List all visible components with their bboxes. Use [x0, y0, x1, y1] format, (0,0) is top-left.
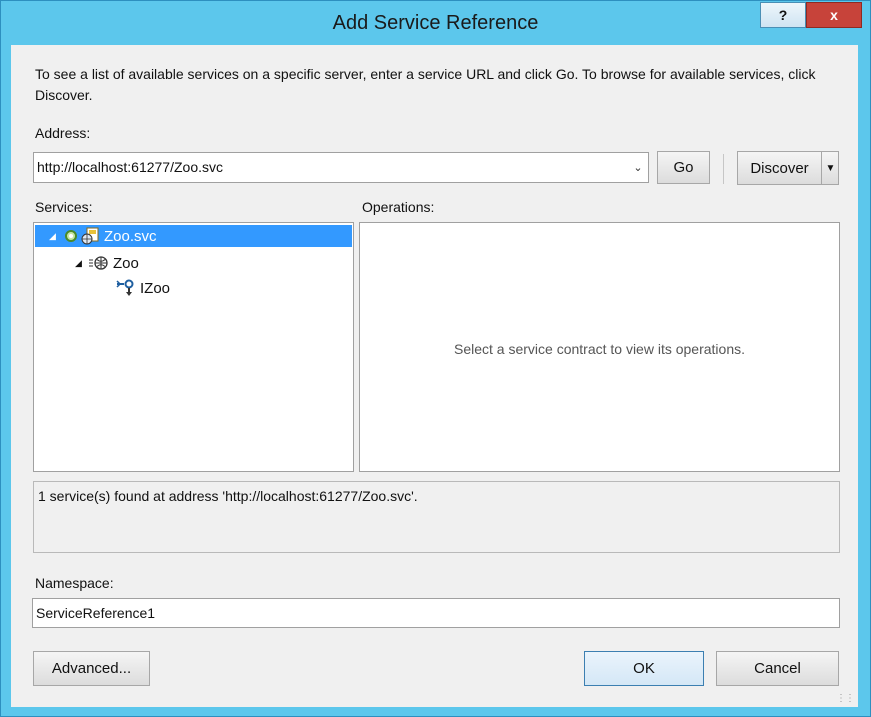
namespace-label: Namespace: [35, 575, 114, 591]
namespace-value[interactable]: ServiceReference1 [36, 605, 155, 621]
dialog-client-area: To see a list of available services on a… [11, 45, 858, 707]
services-label: Services: [35, 199, 93, 215]
discover-button[interactable]: Discover [738, 152, 822, 184]
tree-item-izoo[interactable]: IZoo [35, 277, 170, 299]
status-message: 1 service(s) found at address 'http://lo… [38, 488, 418, 504]
instructions-text: To see a list of available services on a… [35, 66, 816, 103]
go-button[interactable]: Go [657, 151, 710, 184]
advanced-button[interactable]: Advanced... [33, 651, 150, 686]
tree-item-label: IZoo [140, 279, 171, 297]
help-button[interactable]: ? [760, 2, 806, 28]
tree-item-zoo[interactable]: ◢ Zoo [35, 252, 139, 274]
cancel-button[interactable]: Cancel [716, 651, 839, 686]
tree-item-label: Zoo.svc [104, 227, 157, 245]
dialog-title: Add Service Reference [332, 12, 539, 34]
service-file-icon [81, 227, 99, 245]
toolbar-divider [723, 154, 724, 184]
expand-triangle-icon[interactable]: ◢ [49, 231, 59, 242]
tree-item-label: Zoo [113, 254, 139, 272]
gear-icon [63, 228, 79, 244]
tree-item-zoo-svc[interactable]: ◢ Zoo.svc [35, 225, 352, 247]
contract-interface-icon [116, 278, 136, 298]
discover-split-button[interactable]: Discover ▼ [737, 151, 839, 185]
dialog-window: Add Service Reference ? x To see a list … [0, 0, 871, 717]
resize-grip-icon[interactable]: ⋮⋮ [836, 693, 855, 704]
operations-label: Operations: [362, 199, 435, 215]
address-label: Address: [35, 125, 91, 141]
title-bar[interactable]: Add Service Reference ? x [1, 1, 870, 45]
operations-list[interactable]: Select a service contract to view its op… [359, 222, 840, 472]
address-value[interactable]: http://localhost:61277/Zoo.svc [37, 159, 223, 175]
services-tree[interactable]: ◢ Zoo.svc ◢ Zoo IZoo [33, 222, 354, 472]
close-button[interactable]: x [806, 2, 862, 28]
address-combobox[interactable]: http://localhost:61277/Zoo.svc ⌄ [33, 152, 649, 183]
namespace-input[interactable]: ServiceReference1 [32, 598, 840, 628]
ok-button[interactable]: OK [584, 651, 704, 686]
discover-dropdown-icon[interactable]: ▼ [822, 152, 839, 184]
service-globe-icon [89, 255, 109, 271]
expand-triangle-icon[interactable]: ◢ [75, 258, 85, 269]
status-area: 1 service(s) found at address 'http://lo… [33, 481, 840, 553]
operations-empty-message: Select a service contract to view its op… [453, 341, 746, 357]
chevron-down-icon[interactable]: ⌄ [630, 157, 646, 177]
